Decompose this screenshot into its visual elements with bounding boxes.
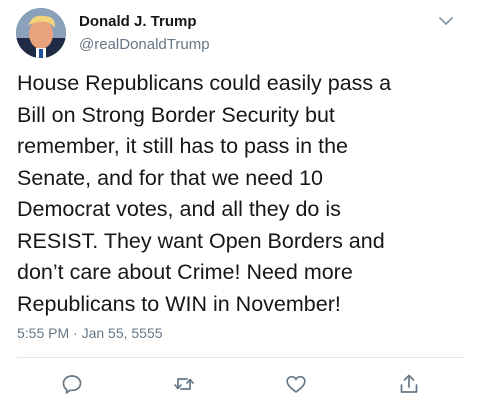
heart-icon[interactable] bbox=[284, 372, 308, 396]
avatar-image bbox=[16, 8, 66, 58]
reply-icon[interactable] bbox=[60, 372, 84, 396]
avatar[interactable] bbox=[16, 8, 66, 58]
share-icon[interactable] bbox=[397, 372, 421, 396]
tweet-text: House Republicans could easily pass a Bi… bbox=[17, 71, 392, 316]
author-handle[interactable]: @realDonaldTrump bbox=[79, 35, 210, 55]
divider bbox=[17, 357, 464, 358]
tweet-timestamp[interactable]: 5:55 PM · Jan 55, 5555 bbox=[17, 323, 163, 343]
author-name[interactable]: Donald J. Trump bbox=[79, 12, 197, 32]
chevron-down-icon[interactable] bbox=[437, 14, 455, 28]
tweet-card: Donald J. Trump @realDonaldTrump House R… bbox=[0, 0, 480, 410]
retweet-icon[interactable] bbox=[172, 372, 196, 396]
